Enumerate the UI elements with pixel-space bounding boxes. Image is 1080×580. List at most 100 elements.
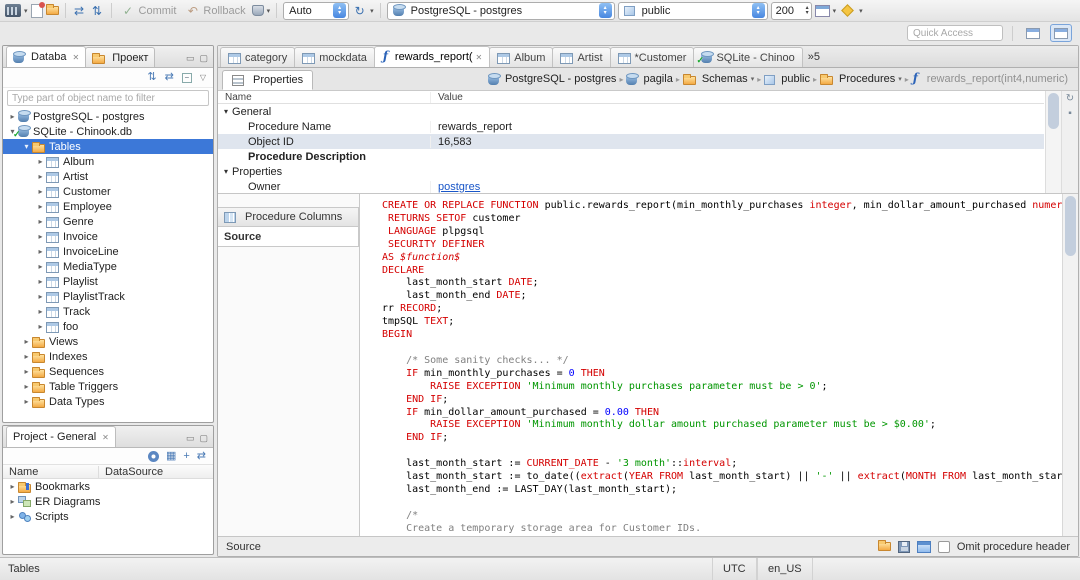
chevron-down-icon[interactable]: ▾: [267, 7, 271, 15]
minimize-icon[interactable]: ▭: [186, 53, 195, 64]
editor-tab-album[interactable]: Album: [489, 47, 554, 67]
chevron-down-icon[interactable]: ▾: [370, 7, 374, 15]
expand-arrow-icon[interactable]: ▸: [7, 512, 18, 521]
tree-item-customer[interactable]: ▸ Customer: [3, 184, 213, 199]
save-file-icon[interactable]: [897, 540, 910, 553]
open-object-icon[interactable]: [814, 4, 830, 17]
quick-access-input[interactable]: [907, 25, 1003, 41]
open-script-icon[interactable]: [45, 4, 59, 15]
tree-item-invoice[interactable]: ▸ Invoice: [3, 229, 213, 244]
chevron-down-icon[interactable]: ▾: [833, 7, 837, 15]
tab-projects[interactable]: Проект: [85, 47, 156, 67]
expand-arrow-icon[interactable]: ▸: [21, 352, 32, 361]
expand-arrow-icon[interactable]: ▸: [35, 262, 46, 271]
side-tab-source[interactable]: Source: [218, 227, 359, 247]
object-filter-input[interactable]: [7, 90, 209, 106]
data-compare-icon[interactable]: ⇅: [90, 4, 105, 18]
breadcrumb-item-pagila[interactable]: pagila: [624, 72, 674, 85]
editor-tab-customer[interactable]: *Customer: [609, 47, 695, 67]
side-tab-procedure-columns[interactable]: Procedure Columns: [218, 207, 359, 227]
editor-tab-rewards-report[interactable]: rewards_report(✕: [373, 46, 491, 67]
expand-arrow-icon[interactable]: ▸: [7, 497, 18, 506]
schema-select[interactable]: public ▴ ▾: [617, 1, 768, 20]
collapse-all-icon[interactable]: −: [181, 72, 192, 83]
expand-arrow-icon[interactable]: ▸: [35, 172, 46, 181]
property-row-owner[interactable]: Owner postgres: [218, 179, 1044, 193]
sync-connection-icon[interactable]: ⇅: [147, 72, 156, 83]
expand-arrow-icon[interactable]: ▸: [7, 112, 18, 121]
expand-arrow-icon[interactable]: ▸: [35, 187, 46, 196]
tree-item-playlist[interactable]: ▸ Playlist: [3, 274, 213, 289]
connection-select[interactable]: PostgreSQL - postgres ▴ ▾: [386, 1, 615, 20]
tree-item-foo[interactable]: ▸ foo: [3, 319, 213, 334]
stepper-icon[interactable]: ▴ ▾: [806, 5, 809, 16]
rollback-button[interactable]: ↶ Rollback: [182, 4, 248, 18]
scrollbar-thumb[interactable]: [1048, 93, 1059, 129]
editor-tab-artist[interactable]: Artist: [552, 47, 611, 67]
breadcrumb-item-procedures[interactable]: Procedures ▾: [818, 73, 904, 85]
maximize-icon[interactable]: ▢: [199, 433, 208, 444]
transaction-mode-icon[interactable]: [251, 5, 264, 16]
tree-item-views[interactable]: ▸ Views: [3, 334, 213, 349]
property-row-procedure-name[interactable]: Procedure Name rewards_report: [218, 119, 1044, 134]
expand-arrow-icon[interactable]: ▸: [21, 397, 32, 406]
refresh-icon[interactable]: ↻: [1066, 94, 1074, 104]
status-locale[interactable]: en_US: [757, 558, 813, 580]
project-item-bookmarks[interactable]: ▸ Bookmarks: [3, 479, 213, 494]
scrollbar-thumb[interactable]: [1065, 196, 1076, 256]
property-row-object-id[interactable]: Object ID 16,583: [218, 134, 1044, 149]
expand-arrow-icon[interactable]: ▾: [224, 107, 228, 116]
link-with-editor-icon[interactable]: ⇄: [197, 450, 206, 462]
view-menu-icon[interactable]: ▽: [200, 73, 206, 82]
expand-arrow-icon[interactable]: ▸: [35, 292, 46, 301]
tree-item-album[interactable]: ▸ Album: [3, 154, 213, 169]
property-row-properties[interactable]: ▾ Properties: [218, 164, 1044, 179]
expand-arrow-icon[interactable]: ▸: [7, 482, 18, 491]
tree-item-sequences[interactable]: ▸ Sequences: [3, 364, 213, 379]
chevron-down-icon[interactable]: ▾: [24, 7, 28, 15]
refresh-icon[interactable]: ↻: [352, 4, 367, 18]
perspective-icon[interactable]: [1022, 24, 1044, 42]
expand-arrow-icon[interactable]: ▸: [35, 307, 46, 316]
link-with-editor-icon[interactable]: ⇄: [165, 72, 174, 83]
close-icon[interactable]: ✕: [72, 53, 79, 62]
chevron-down-icon[interactable]: ▾: [859, 7, 863, 15]
tree-item-artist[interactable]: ▸ Artist: [3, 169, 213, 184]
new-sql-script-icon[interactable]: [30, 1, 45, 18]
project-item-er-diagrams[interactable]: ▸ ER Diagrams: [3, 494, 213, 509]
chevron-down-icon[interactable]: ▾: [898, 75, 902, 83]
generate-sql-icon[interactable]: [841, 4, 855, 17]
editor-tab-sqlite-chinoo[interactable]: SQLite - Chinoo: [693, 47, 803, 67]
property-value[interactable]: postgres: [430, 180, 1044, 193]
panel-icon[interactable]: [916, 540, 931, 553]
tree-item-tables[interactable]: ▾ Tables: [3, 139, 213, 154]
tree-item-indexes[interactable]: ▸ Indexes: [3, 349, 213, 364]
expand-arrow-icon[interactable]: ▾: [21, 142, 32, 151]
data-transfer-icon[interactable]: ⇄: [72, 4, 87, 18]
commit-button[interactable]: ✓ Commit: [118, 4, 180, 18]
tree-item-table-triggers[interactable]: ▸ Table Triggers: [3, 379, 213, 394]
dbeaver-perspective-icon[interactable]: [1050, 24, 1072, 42]
column-header-name[interactable]: Name: [3, 465, 99, 478]
tree-item-employee[interactable]: ▸ Employee: [3, 199, 213, 214]
tree-item-playlisttrack[interactable]: ▸ PlaylistTrack: [3, 289, 213, 304]
source-editor[interactable]: CREATE OR REPLACE FUNCTION public.reward…: [360, 194, 1062, 536]
omit-procedure-header-checkbox[interactable]: [937, 540, 950, 553]
source-scrollbar[interactable]: [1062, 194, 1078, 536]
expand-arrow-icon[interactable]: ▾: [224, 167, 228, 176]
fetch-size-input[interactable]: [775, 4, 806, 17]
expand-arrow-icon[interactable]: ▸: [35, 217, 46, 226]
tree-item-track[interactable]: ▸ Track: [3, 304, 213, 319]
expand-arrow-icon[interactable]: ▸: [35, 232, 46, 241]
pin-icon[interactable]: ▪: [1068, 109, 1072, 119]
expand-arrow-icon[interactable]: ▸: [21, 382, 32, 391]
breadcrumb-item-rewards-report-int4-numeric[interactable]: rewards_report(int4,numeric): [910, 71, 1070, 85]
expand-arrow-icon[interactable]: ▸: [35, 247, 46, 256]
breadcrumb-item-postgresql-postgres[interactable]: PostgreSQL - postgres: [486, 72, 618, 85]
editor-tab-category[interactable]: category: [220, 47, 296, 67]
project-item-scripts[interactable]: ▸ Scripts: [3, 509, 213, 524]
breadcrumb-item-public[interactable]: public: [762, 73, 812, 85]
tab-project-general[interactable]: Project - General ✕: [6, 426, 116, 447]
editor-tab-mockdata[interactable]: mockdata: [294, 47, 375, 67]
close-icon[interactable]: ✕: [102, 433, 109, 442]
